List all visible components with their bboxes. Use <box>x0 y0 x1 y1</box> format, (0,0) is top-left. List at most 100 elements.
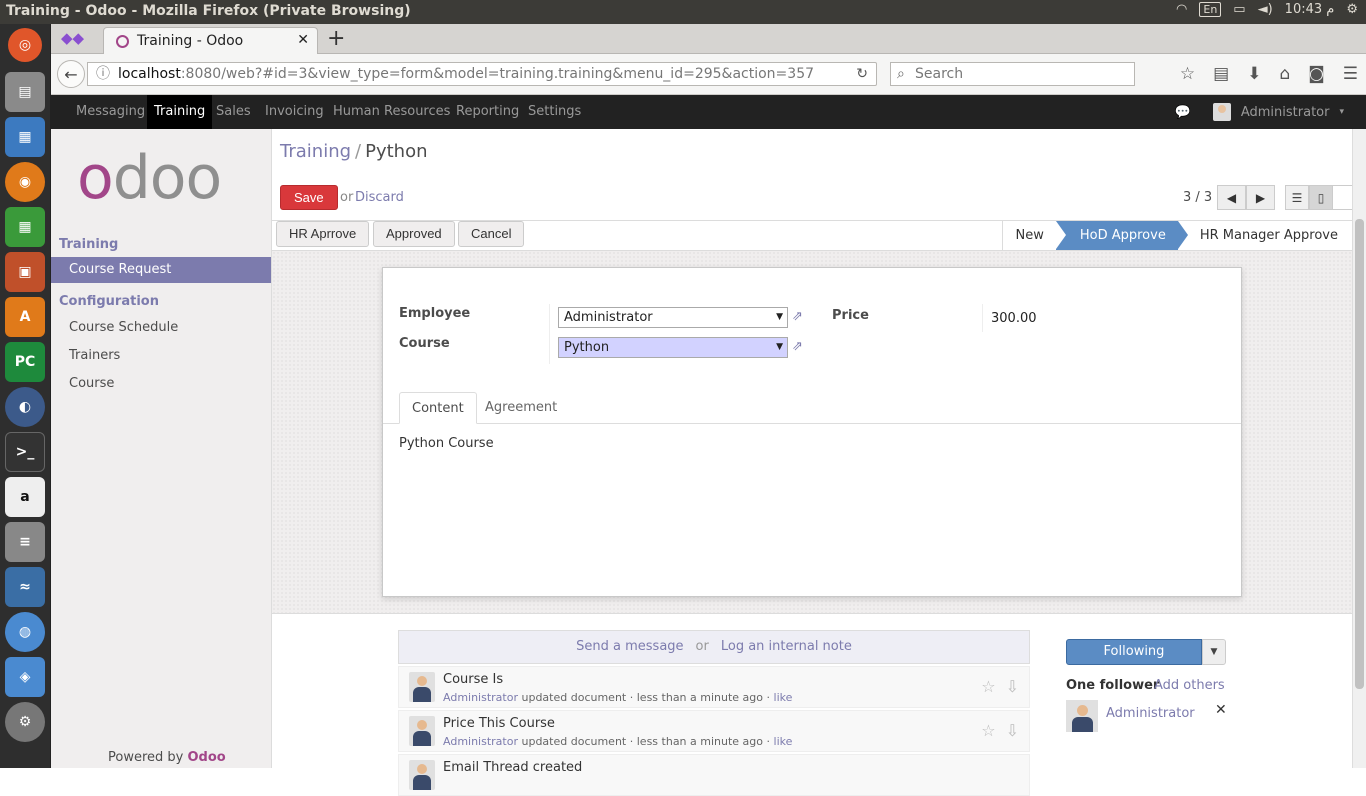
search-input[interactable]: ⌕ Search <box>890 62 1135 86</box>
stage-hod-approve[interactable]: HoD Approve <box>1055 221 1188 250</box>
external-link-icon[interactable]: ⇗ <box>792 339 808 354</box>
archive-icon[interactable]: ⇩ <box>1006 721 1019 740</box>
menu-human-resources[interactable]: Human Resources <box>326 95 457 129</box>
star-icon[interactable]: ☆ <box>981 677 995 696</box>
terminal-icon[interactable]: >_ <box>5 432 45 472</box>
form-view-button[interactable]: ▯ <box>1309 185 1333 210</box>
list-view-button[interactable]: ☰ <box>1285 185 1309 210</box>
pager-next-button[interactable]: ▶ <box>1246 185 1275 210</box>
menu-reporting[interactable]: Reporting <box>449 95 526 129</box>
course-field[interactable]: Python ▼ <box>558 337 788 358</box>
follower-name[interactable]: Administrator <box>1106 706 1195 721</box>
calc-icon[interactable]: ▦ <box>5 207 45 247</box>
powered-by-link[interactable]: Odoo <box>188 750 226 765</box>
search-icon: ⌕ <box>897 66 905 82</box>
menu-training[interactable]: Training <box>147 95 213 129</box>
course-value: Python <box>564 340 610 355</box>
site-info-icon[interactable]: ⓘ <box>96 63 110 85</box>
close-tab-icon[interactable]: ✕ <box>297 32 309 48</box>
price-value[interactable]: 300.00 <box>991 311 1037 326</box>
like-link[interactable]: like <box>774 691 793 704</box>
back-button[interactable]: ← <box>57 60 85 88</box>
hr-approve-button[interactable]: HR Aprrove <box>276 221 370 247</box>
cancel-button[interactable]: Cancel <box>458 221 525 247</box>
python-icon[interactable]: ≈ <box>5 567 45 607</box>
chat-icon[interactable]: 💬 <box>1175 105 1191 120</box>
postgres-icon[interactable]: ◐ <box>5 387 45 427</box>
keyboard-language[interactable]: En <box>1199 2 1222 17</box>
writer-icon[interactable]: ▦ <box>5 117 45 157</box>
menu-settings[interactable]: Settings <box>521 95 588 129</box>
close-icon[interactable]: ✕ <box>1215 702 1227 718</box>
save-button[interactable]: Save <box>280 185 338 210</box>
message-separator: · <box>629 691 634 704</box>
following-button[interactable]: Following <box>1066 639 1202 665</box>
scrollbar-thumb[interactable] <box>1355 219 1364 689</box>
url-bar[interactable]: ⓘ localhost:8080/web?#id=3&view_type=for… <box>87 62 877 86</box>
sidebar-item-course[interactable]: Course <box>51 371 271 397</box>
battery-icon[interactable]: ▭ <box>1233 2 1245 17</box>
chevron-down-icon[interactable]: ▼ <box>776 308 783 327</box>
employee-field[interactable]: Administrator ▼ <box>558 307 788 328</box>
menu-messaging[interactable]: Messaging <box>69 95 152 129</box>
menu-icon[interactable]: ☰ <box>1343 64 1358 84</box>
content-text-field[interactable]: Python Course <box>399 436 494 451</box>
stage-hr-manager-approve[interactable]: HR Manager Approve <box>1178 221 1352 250</box>
star-icon[interactable]: ☆ <box>981 721 995 740</box>
chevron-down-icon[interactable]: ▼ <box>776 338 783 357</box>
add-followers-link[interactable]: Add others <box>1154 678 1225 693</box>
breadcrumb-current: Python <box>365 141 428 162</box>
tab-agreement[interactable]: Agreement <box>473 392 569 424</box>
ubuntu-dash-icon[interactable]: ◎ <box>8 28 42 62</box>
stage-new[interactable]: New <box>1003 221 1055 250</box>
odoo-main-menu: Messaging Training Sales Invoicing Human… <box>51 95 1366 129</box>
reading-list-icon[interactable]: ▤ <box>1213 64 1229 84</box>
breadcrumb-training[interactable]: Training <box>280 141 351 162</box>
menu-sales[interactable]: Sales <box>209 95 258 129</box>
settings-icon[interactable]: ⚙ <box>5 702 45 742</box>
gear-icon[interactable]: ⚙ <box>1346 2 1358 17</box>
pycharm-icon[interactable]: PC <box>5 342 45 382</box>
pocket-icon[interactable]: ◙ <box>1308 64 1325 84</box>
menu-invoicing[interactable]: Invoicing <box>258 95 331 129</box>
send-message-link[interactable]: Send a message <box>576 639 683 654</box>
browser-tab[interactable]: Training - Odoo ✕ <box>103 27 318 54</box>
virtualbox-icon[interactable]: ◈ <box>5 657 45 697</box>
scrollbar[interactable] <box>1352 129 1366 768</box>
files-icon[interactable]: ▤ <box>5 72 45 112</box>
reload-icon[interactable]: ↻ <box>856 63 868 85</box>
discard-button[interactable]: Discard <box>355 190 404 205</box>
archive-icon[interactable]: ⇩ <box>1006 677 1019 696</box>
sound-icon[interactable]: ◄) <box>1258 2 1273 17</box>
chevron-down-icon[interactable]: ▼ <box>1202 639 1226 665</box>
database-icon[interactable]: ≡ <box>5 522 45 562</box>
message-author[interactable]: Administrator <box>443 735 518 748</box>
like-link[interactable]: like <box>774 735 793 748</box>
search-placeholder: Search <box>915 66 964 82</box>
odoo-logo[interactable]: odoo <box>77 143 222 213</box>
amazon-icon[interactable]: a <box>5 477 45 517</box>
chevron-down-icon[interactable]: ▾ <box>1339 107 1344 117</box>
user-menu[interactable]: Administrator <box>1241 105 1330 120</box>
tab-content[interactable]: Content <box>399 392 477 424</box>
chromium-icon[interactable]: ◍ <box>5 612 45 652</box>
sidebar-item-course-request[interactable]: Course Request <box>51 257 271 283</box>
notebook-tabs: Content Agreement <box>383 392 1241 424</box>
bookmark-star-icon[interactable]: ☆ <box>1180 64 1195 84</box>
sidebar-item-trainers[interactable]: Trainers <box>51 343 271 369</box>
message-author[interactable]: Administrator <box>443 691 518 704</box>
external-link-icon[interactable]: ⇗ <box>792 309 808 324</box>
impress-icon[interactable]: ▣ <box>5 252 45 292</box>
pager-previous-button[interactable]: ◀ <box>1217 185 1246 210</box>
firefox-icon[interactable]: ◉ <box>5 162 45 202</box>
log-note-link[interactable]: Log an internal note <box>721 639 852 654</box>
download-icon[interactable]: ⬇ <box>1247 64 1261 84</box>
approved-button[interactable]: Approved <box>373 221 455 247</box>
new-tab-button[interactable]: + <box>327 26 345 51</box>
home-icon[interactable]: ⌂ <box>1279 64 1290 84</box>
clock[interactable]: 10:43 م <box>1285 2 1335 17</box>
software-center-icon[interactable]: A <box>5 297 45 337</box>
pager-value[interactable]: 3 / 3 <box>1183 190 1212 205</box>
sidebar-item-course-schedule[interactable]: Course Schedule <box>51 315 271 341</box>
wifi-icon[interactable]: ◠ <box>1176 2 1187 17</box>
